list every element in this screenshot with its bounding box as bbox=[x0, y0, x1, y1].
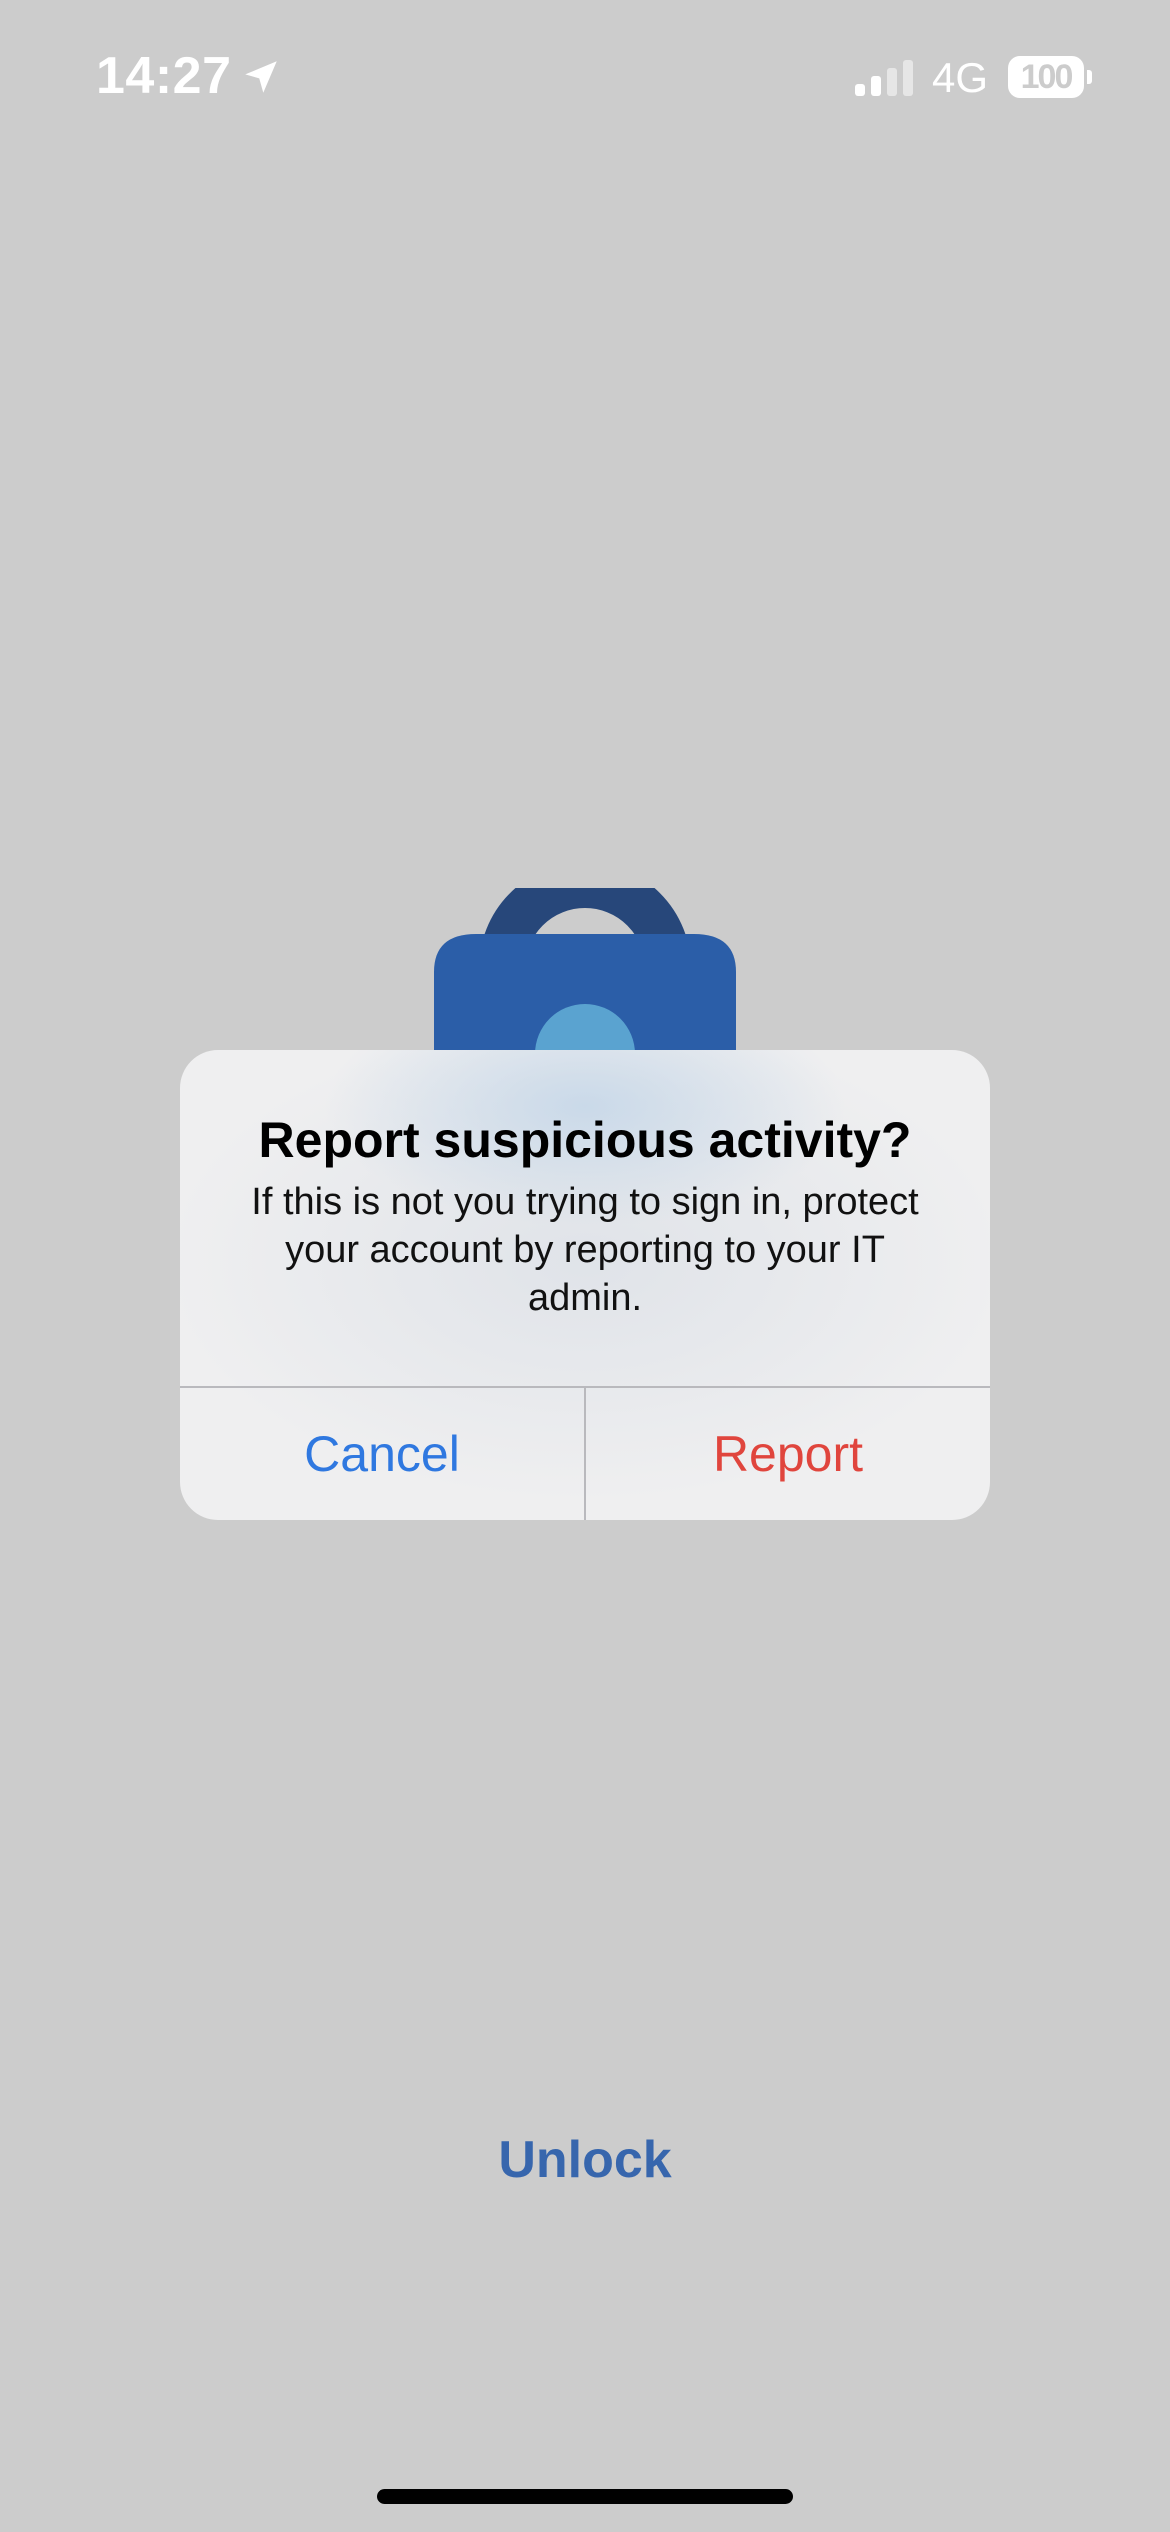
battery-cap bbox=[1087, 70, 1092, 84]
cellular-signal-icon bbox=[855, 60, 913, 96]
unlock-button[interactable]: Unlock bbox=[385, 2120, 785, 2200]
network-type-label: 4G bbox=[932, 54, 989, 101]
alert-message: If this is not you trying to sign in, pr… bbox=[251, 1181, 919, 1319]
battery-level: 100 bbox=[1020, 58, 1074, 96]
status-time: 14:27 bbox=[96, 47, 232, 105]
battery-icon: 100 bbox=[1008, 56, 1092, 98]
padlock-icon bbox=[434, 888, 736, 1058]
home-indicator[interactable] bbox=[377, 2489, 793, 2504]
cancel-button[interactable]: Cancel bbox=[180, 1388, 584, 1520]
alert-dialog: Report suspicious activity? If this is n… bbox=[180, 1050, 990, 1520]
status-bar: 14:27 4G 100 bbox=[0, 0, 1170, 150]
location-arrow-icon bbox=[245, 61, 277, 93]
alert-title: Report suspicious activity? bbox=[258, 1112, 912, 1168]
report-button[interactable]: Report bbox=[586, 1388, 990, 1520]
